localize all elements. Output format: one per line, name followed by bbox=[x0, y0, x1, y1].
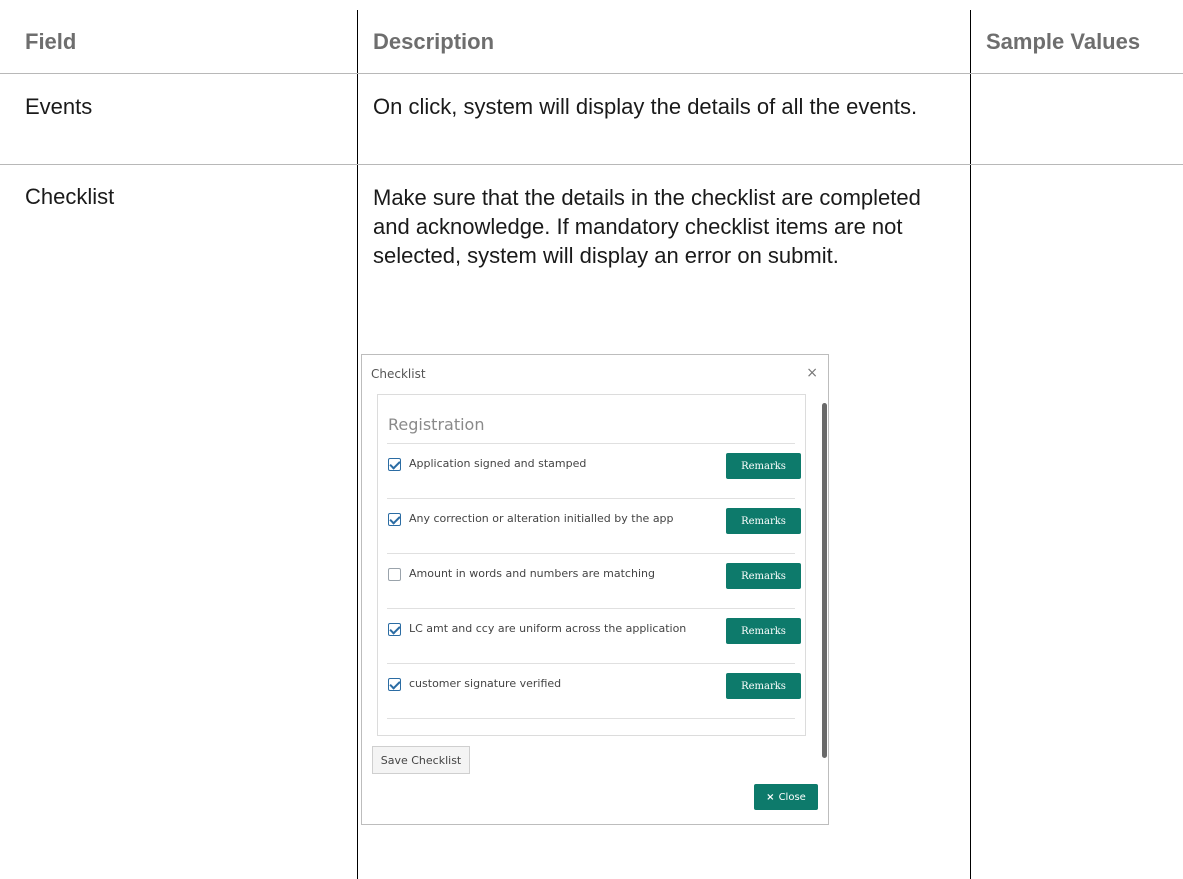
header-sample-values: Sample Values bbox=[986, 29, 1141, 54]
checklist-item: customer signature verified Remarks bbox=[388, 671, 801, 701]
row-divider bbox=[0, 73, 1183, 74]
checkbox[interactable] bbox=[388, 678, 401, 691]
checklist-dialog: Checklist × Registration Application sig… bbox=[361, 354, 829, 825]
column-divider bbox=[357, 10, 358, 879]
section-title: Registration bbox=[388, 415, 485, 434]
row-checklist-description: Make sure that the details in the checkl… bbox=[373, 185, 921, 268]
close-button-label: Close bbox=[778, 791, 806, 803]
checklist-item: LC amt and ccy are uniform across the ap… bbox=[388, 616, 801, 646]
scrollbar[interactable] bbox=[822, 403, 827, 758]
checklist-item: Application signed and stamped Remarks bbox=[388, 451, 801, 481]
row-events-description: On click, system will display the detail… bbox=[373, 94, 918, 119]
remarks-button[interactable]: Remarks bbox=[726, 618, 801, 644]
checklist-item-label: Application signed and stamped bbox=[409, 457, 587, 470]
checklist-item-label: customer signature verified bbox=[409, 677, 562, 690]
divider bbox=[387, 553, 795, 554]
remarks-button[interactable]: Remarks bbox=[726, 673, 801, 699]
checkbox[interactable] bbox=[388, 513, 401, 526]
checklist-panel: Registration Application signed and stam… bbox=[377, 394, 806, 736]
close-button[interactable]: × Close bbox=[754, 784, 818, 810]
close-icon[interactable]: × bbox=[806, 365, 818, 381]
column-divider bbox=[970, 10, 971, 879]
row-checklist-field: Checklist bbox=[25, 184, 115, 209]
dialog-title: Checklist bbox=[371, 367, 426, 381]
header-description: Description bbox=[373, 29, 495, 54]
header-field: Field bbox=[25, 29, 77, 54]
row-events-field: Events bbox=[25, 94, 93, 119]
checkbox[interactable] bbox=[388, 623, 401, 636]
remarks-button[interactable]: Remarks bbox=[726, 453, 801, 479]
checklist-item-label: Amount in words and numbers are matching bbox=[409, 567, 655, 580]
close-icon: × bbox=[766, 791, 775, 803]
remarks-button[interactable]: Remarks bbox=[726, 563, 801, 589]
divider bbox=[387, 498, 795, 499]
checklist-item-label: LC amt and ccy are uniform across the ap… bbox=[409, 622, 687, 635]
divider bbox=[387, 718, 795, 719]
checklist-item: Any correction or alteration initialled … bbox=[388, 506, 801, 536]
checkbox[interactable] bbox=[388, 458, 401, 471]
divider bbox=[387, 663, 795, 664]
remarks-button[interactable]: Remarks bbox=[726, 508, 801, 534]
checkbox[interactable] bbox=[388, 568, 401, 581]
divider bbox=[387, 443, 795, 444]
checklist-item: Amount in words and numbers are matching… bbox=[388, 561, 801, 591]
save-checklist-button[interactable]: Save Checklist bbox=[372, 746, 470, 774]
row-divider bbox=[0, 164, 1183, 165]
divider bbox=[387, 608, 795, 609]
checklist-item-label: Any correction or alteration initialled … bbox=[409, 512, 674, 525]
